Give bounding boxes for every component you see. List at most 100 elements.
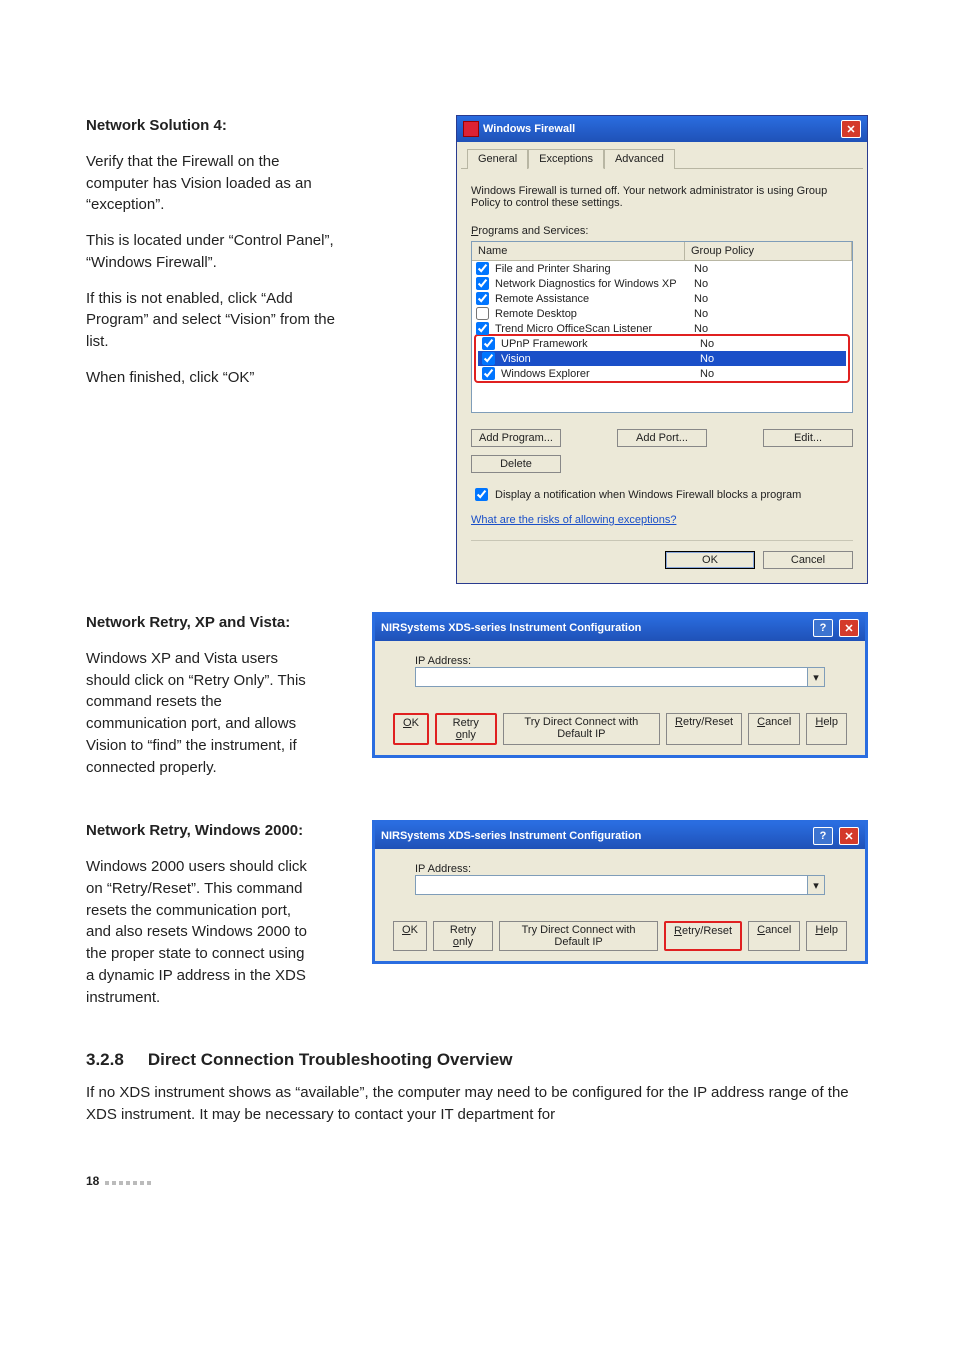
ip-label: IP Address: [415,863,825,875]
retry-xp-p: Windows XP and Vista users should click … [86,648,316,779]
exception-name: Remote Assistance [495,293,690,305]
close-icon[interactable]: ✕ [839,619,859,637]
footer-dots-icon [105,1174,154,1188]
edit-button[interactable]: Edit... [763,429,853,447]
firewall-dialog: Windows Firewall ✕ General Exceptions Ad… [456,115,868,584]
exceptions-list[interactable]: Name Group Policy File and Printer Shari… [471,241,853,413]
ip-label: IP Address: [415,655,825,667]
solution4-p2: This is located under “Control Panel”, “… [86,230,336,274]
add-port-button[interactable]: Add Port... [617,429,707,447]
exception-gp: No [694,293,708,305]
ip-address-input[interactable] [415,667,808,687]
help-icon[interactable]: ? [813,827,833,845]
retry-2000-heading: Network Retry, Windows 2000: [86,822,303,839]
cancel-button[interactable]: Cancel [748,921,800,951]
exception-gp: No [700,338,714,350]
retry-xp-heading: Network Retry, XP and Vista: [86,614,290,631]
exception-name: File and Printer Sharing [495,263,690,275]
list-item[interactable]: File and Printer Sharing No [472,261,852,276]
nir-title: NIRSystems XDS-series Instrument Configu… [381,622,641,634]
nir-dialog-2000: NIRSystems XDS-series Instrument Configu… [372,820,868,964]
list-item[interactable]: Remote Assistance No [472,291,852,306]
nir-titlebar[interactable]: NIRSystems XDS-series Instrument Configu… [375,823,865,849]
col-group-policy: Group Policy [685,242,852,260]
close-icon[interactable]: ✕ [841,120,861,138]
add-program-button[interactable]: Add Program... [471,429,561,447]
retry-2000-text: Network Retry, Windows 2000: Windows 200… [86,820,316,1022]
ok-button[interactable]: OK [665,551,755,569]
exception-name: UPnP Framework [501,338,696,350]
exception-gp: No [700,368,714,380]
chevron-down-icon[interactable]: ▾ [808,875,825,895]
chevron-down-icon[interactable]: ▾ [808,667,825,687]
retry-2000-p: Windows 2000 users should click on “Retr… [86,856,316,1008]
exception-gp: No [694,323,708,335]
page-number: 18 [86,1174,99,1188]
solution4-p4: When finished, click “OK” [86,367,336,389]
tab-exceptions[interactable]: Exceptions [528,149,604,169]
solution4-p1: Verify that the Firewall on the computer… [86,151,336,216]
ok-button[interactable]: OK [393,921,427,951]
solution4-heading: Network Solution 4: [86,117,227,134]
section-number: 3.2.8 [86,1050,124,1070]
exception-name: Vision [501,353,696,365]
firewall-titlebar[interactable]: Windows Firewall ✕ [457,116,867,142]
cancel-button[interactable]: Cancel [748,713,800,745]
retry-reset-button[interactable]: Retry/Reset [664,921,742,951]
vision-highlight: UPnP Framework No Vision No Windows Expl… [474,334,850,383]
nir-title: NIRSystems XDS-series Instrument Configu… [381,830,641,842]
ok-button[interactable]: OK [393,713,429,745]
tab-general[interactable]: General [467,149,528,169]
tab-advanced[interactable]: Advanced [604,149,675,169]
exception-gp: No [694,308,708,320]
section-body: If no XDS instrument shows as “available… [86,1082,868,1126]
help-button[interactable]: Help [806,921,847,951]
solution4-text: Network Solution 4: Verify that the Fire… [86,115,336,584]
list-item[interactable]: Windows Explorer No [478,366,846,381]
cancel-button[interactable]: Cancel [763,551,853,569]
help-button[interactable]: Help [806,713,847,745]
firewall-title: Windows Firewall [483,123,575,135]
list-item[interactable]: UPnP Framework No [478,336,846,351]
firewall-msg: Windows Firewall is turned off. Your net… [471,185,853,209]
firewall-tabs: General Exceptions Advanced [461,142,863,169]
help-icon[interactable]: ? [813,619,833,637]
exception-checkbox[interactable] [476,322,489,335]
retry-reset-button[interactable]: Retry/Reset [666,713,742,745]
nir-dialog-xp: NIRSystems XDS-series Instrument Configu… [372,612,868,758]
notify-label: Display a notification when Windows Fire… [495,489,801,501]
exception-checkbox[interactable] [476,292,489,305]
list-item[interactable]: Remote Desktop No [472,306,852,321]
exception-name: Windows Explorer [501,368,696,380]
exception-checkbox[interactable] [476,307,489,320]
page-footer: 18 [86,1174,868,1188]
exception-checkbox[interactable] [476,277,489,290]
firewall-app-icon [463,121,479,137]
notify-checkbox[interactable] [475,488,488,501]
exception-checkbox[interactable] [476,262,489,275]
try-direct-button[interactable]: Try Direct Connect with Default IP [503,713,660,745]
exception-name: Remote Desktop [495,308,690,320]
close-icon[interactable]: ✕ [839,827,859,845]
exception-name: Network Diagnostics for Windows XP [495,278,690,290]
exception-checkbox[interactable] [482,367,495,380]
exception-gp: No [694,263,708,275]
delete-button[interactable]: Delete [471,455,561,473]
try-direct-button[interactable]: Try Direct Connect with Default IP [499,921,658,951]
list-item[interactable]: Network Diagnostics for Windows XP No [472,276,852,291]
exception-checkbox[interactable] [482,352,495,365]
section-heading: 3.2.8 Direct Connection Troubleshooting … [86,1050,868,1070]
nir-titlebar[interactable]: NIRSystems XDS-series Instrument Configu… [375,615,865,641]
programs-label: Programs and Services: [471,225,853,237]
section-title: Direct Connection Troubleshooting Overvi… [148,1050,513,1070]
retry-only-button[interactable]: Retry only [435,713,497,745]
risks-link[interactable]: What are the risks of allowing exception… [471,514,676,526]
retry-xp-text: Network Retry, XP and Vista: Windows XP … [86,612,316,792]
col-name: Name [472,242,685,260]
exception-checkbox[interactable] [482,337,495,350]
list-item[interactable]: Vision No [478,351,846,366]
ip-address-input[interactable] [415,875,808,895]
retry-only-button[interactable]: Retry only [433,921,493,951]
exception-gp: No [694,278,708,290]
exception-gp: No [700,353,714,365]
